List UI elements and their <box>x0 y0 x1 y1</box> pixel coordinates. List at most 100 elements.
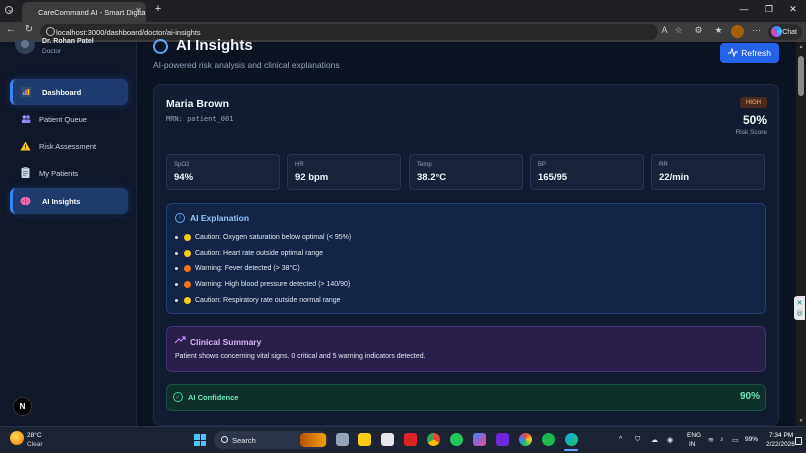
chrome-icon[interactable] <box>427 433 440 446</box>
whatsapp-icon[interactable] <box>450 433 463 446</box>
browser-tab[interactable]: CareCommand AI - Smart Digital H <box>22 2 146 22</box>
extensions-icon[interactable]: ⚙ <box>692 25 705 36</box>
bullet <box>175 266 178 270</box>
clinical-summary-panel <box>166 326 766 372</box>
warning-dot-icon <box>184 280 191 288</box>
page-scrollbar[interactable] <box>796 42 806 426</box>
url-text: localhost:3000/dashboard/doctor/ai-insig… <box>56 27 201 37</box>
windows-taskbar <box>0 426 806 453</box>
address-bar[interactable]: localhost:3000/dashboard/doctor/ai-insig… <box>40 24 658 40</box>
app-purple-icon[interactable] <box>496 433 509 446</box>
search-icon <box>221 436 228 443</box>
favorite-star-icon[interactable]: ☆ <box>672 25 685 36</box>
nextjs-dev-button[interactable]: N <box>13 397 32 416</box>
clock-date[interactable]: 2/22/2026 <box>766 441 795 448</box>
side-panel-toggle[interactable]: ✕ ◎ <box>794 296 805 320</box>
caution-dot-icon <box>184 233 191 241</box>
grammar-icon[interactable]: ◎ <box>796 309 802 317</box>
back-icon[interactable]: ← <box>4 24 18 35</box>
sidebar-item-label: My Patients <box>39 168 79 178</box>
chrome-canary-icon[interactable] <box>519 433 532 446</box>
explanation-text: Caution: Heart rate outside optimal rang… <box>195 249 324 257</box>
vital-card-spo2: SpO2 94% <box>166 154 280 190</box>
ai-explanation-title: AI Explanation <box>190 213 250 223</box>
vital-card-temp: Temp 38.2°C <box>409 154 523 190</box>
volume-icon[interactable]: ♪ <box>720 436 724 443</box>
favorites-icon[interactable]: ★ <box>712 25 725 36</box>
battery-icon[interactable]: ▭ <box>732 436 739 444</box>
scroll-down-icon[interactable]: ▼ <box>797 418 805 424</box>
page-title: AI Insights <box>176 37 253 54</box>
sidebar-item-label: Patient Queue <box>39 114 87 124</box>
caution-dot-icon <box>184 296 191 304</box>
vital-label: SpO2 <box>174 162 190 168</box>
list-item: Caution: Heart rate outside optimal rang… <box>175 248 323 258</box>
search-highlight-icon <box>300 433 326 447</box>
sidebar-item-label: AI Insights <box>42 196 81 206</box>
edge-icon[interactable] <box>565 433 578 446</box>
read-aloud-icon[interactable]: A <box>658 25 671 35</box>
clock-time[interactable]: 7:34 PM <box>769 432 793 439</box>
sidebar-item-label: Risk Assessment <box>39 141 97 151</box>
vital-label: BP <box>538 162 547 168</box>
list-item: Warning: Fever detected (> 38°C) <box>175 263 300 273</box>
more-menu-icon[interactable]: ··· <box>750 25 763 35</box>
profile-avatar[interactable] <box>731 25 744 38</box>
user-role: Doctor <box>42 48 62 55</box>
windows-start-icon[interactable] <box>194 434 206 446</box>
explanation-text: Caution: Oxygen saturation below optimal… <box>195 233 352 241</box>
maximize-icon[interactable]: ❐ <box>762 4 776 15</box>
ai-confidence-panel <box>166 384 766 411</box>
close-icon[interactable]: ✕ <box>797 299 803 307</box>
warning-dot-icon <box>184 264 191 272</box>
reload-icon[interactable]: ↻ <box>22 24 36 35</box>
scrollbar-thumb[interactable] <box>798 56 804 96</box>
user-name: Dr. Rohan Patel <box>42 38 94 45</box>
vital-value: 165/95 <box>538 172 568 183</box>
shield-icon[interactable]: ⛉ <box>635 436 640 444</box>
weather-condition: Clear <box>27 441 43 448</box>
ai-insights-icon <box>153 39 168 54</box>
explanation-text: Warning: High blood pressure detected (>… <box>195 280 351 288</box>
chevron-up-icon[interactable]: ^ <box>619 436 622 443</box>
language-top[interactable]: ENG <box>687 432 701 439</box>
weather-icon[interactable] <box>10 431 24 445</box>
explanation-text: Warning: Fever detected (> 38°C) <box>195 264 300 272</box>
scroll-up-icon[interactable]: ▲ <box>797 44 805 50</box>
page-subtitle: AI-powered risk analysis and clinical ex… <box>153 60 340 70</box>
site-info-icon[interactable] <box>46 27 55 36</box>
risk-score-value: 50% <box>742 113 767 127</box>
ai-confidence-label: AI Confidence <box>188 393 239 402</box>
task-view-icon[interactable] <box>336 433 349 446</box>
refresh-label: Refresh <box>741 48 771 58</box>
close-tab-icon[interactable]: ✕ <box>135 6 142 15</box>
vital-label: HR <box>295 162 304 168</box>
cloud-icon[interactable]: ☁ <box>651 436 658 444</box>
caution-dot-icon <box>184 249 191 257</box>
wifi-icon[interactable]: ≋ <box>708 436 714 444</box>
tray-app-icon[interactable]: ◉ <box>667 436 673 444</box>
notification-icon[interactable] <box>795 437 802 445</box>
search-placeholder: Search <box>232 435 256 445</box>
explanation-text: Caution: Respiratory rate outside normal… <box>195 296 341 304</box>
vital-value: 38.2°C <box>417 172 447 183</box>
sidebar-item-label: Dashboard <box>42 87 82 97</box>
vital-value: 92 bpm <box>295 172 329 183</box>
clinical-summary-title: Clinical Summary <box>190 337 262 347</box>
users-icon <box>20 113 31 124</box>
store-icon[interactable] <box>381 433 394 446</box>
new-tab-icon[interactable]: + <box>151 3 165 15</box>
list-item: Caution: Oxygen saturation below optimal… <box>175 232 351 242</box>
minimize-icon[interactable]: — <box>737 4 751 14</box>
vital-card-rr: RR 22/min <box>651 154 765 190</box>
language-bottom[interactable]: IN <box>689 441 696 448</box>
copilot-icon <box>771 26 782 37</box>
file-explorer-icon[interactable] <box>358 433 371 446</box>
app-l-icon[interactable] <box>404 433 417 446</box>
active-app-indicator <box>564 449 578 451</box>
close-window-icon[interactable]: ✕ <box>786 4 800 15</box>
vital-label: RR <box>659 162 668 168</box>
nx-badge-label: N <box>19 402 26 411</box>
spotify-icon[interactable] <box>542 433 555 446</box>
copilot-app-icon[interactable] <box>473 433 486 446</box>
